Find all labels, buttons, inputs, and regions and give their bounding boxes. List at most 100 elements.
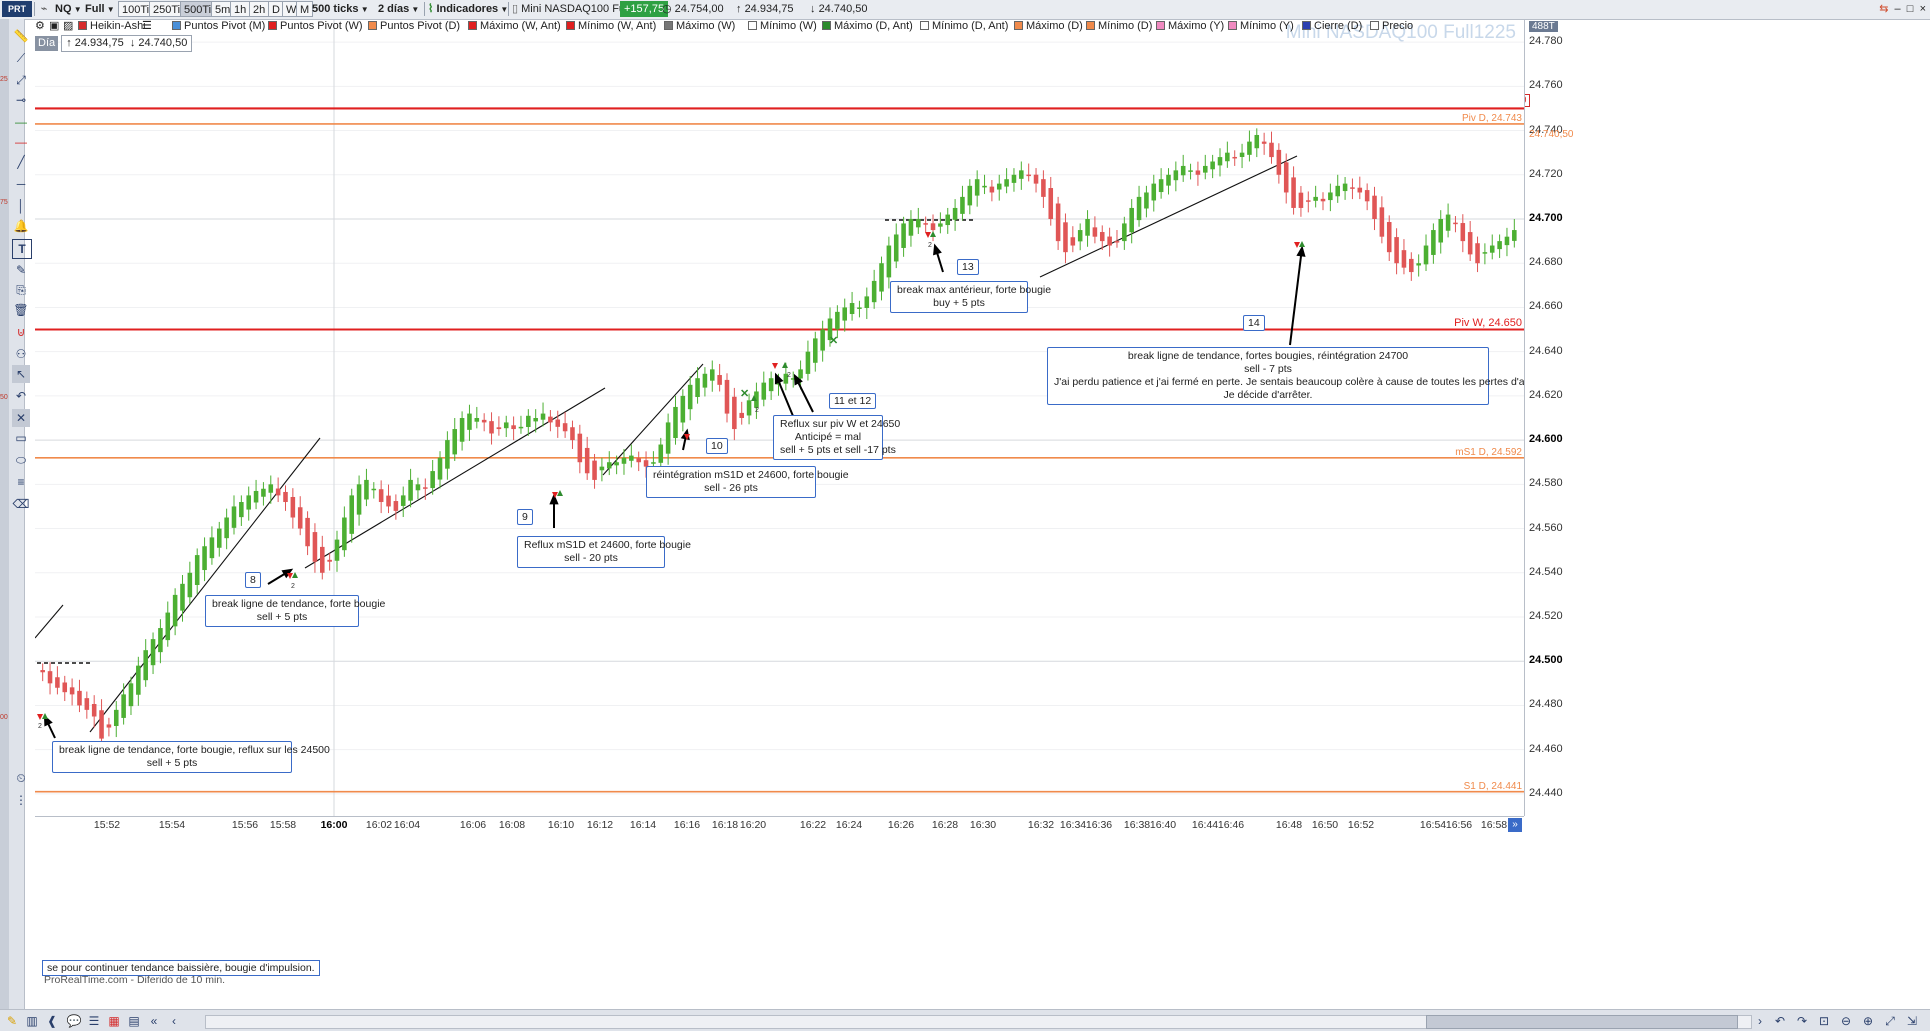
horizontal-line-green-icon[interactable]: — xyxy=(12,113,30,131)
indicator-legend-item[interactable]: Heikin-Ashi xyxy=(78,19,146,34)
indicator-legend-item[interactable]: Máximo (W, Ant) xyxy=(468,19,561,34)
candle-body xyxy=(1004,179,1009,187)
sell-marker xyxy=(925,232,931,238)
price-level-label: S1 D, 24.441 xyxy=(1463,780,1522,792)
chart-plot-area[interactable]: 2 2 2 2 2 ✕ ✕ Mini NASDAQ100 Full1225 8 break … xyxy=(35,20,1524,816)
candle-body xyxy=(224,517,229,539)
link-icon[interactable]: ⌁ xyxy=(38,1,50,17)
annotation-line: break ligne de tendance, fortes bougies,… xyxy=(1127,350,1409,362)
indicator-legend-item[interactable]: Mínimo (W, Ant) xyxy=(566,19,656,34)
indicator-legend-item[interactable]: Precio xyxy=(1370,19,1413,34)
scrollbar-thumb[interactable] xyxy=(1426,1015,1738,1029)
ellipse-icon[interactable]: ⬭ xyxy=(12,451,30,469)
redo-view-icon[interactable]: ↷ xyxy=(1794,1013,1810,1029)
trendline-icon[interactable]: ⟋ xyxy=(12,49,30,67)
indicator-legend-item[interactable]: Mínimo (W) xyxy=(748,19,817,34)
bracket-icon[interactable]: ❰ xyxy=(44,1013,60,1029)
scroll-step-left-icon[interactable]: ‹ xyxy=(166,1013,182,1029)
close-icon[interactable]: × xyxy=(1920,3,1926,15)
zoom-reset-icon[interactable]: ⤢ xyxy=(1882,1013,1898,1029)
cross-icon[interactable]: ✕ xyxy=(12,409,30,427)
ruler-icon[interactable]: 📏 xyxy=(12,27,30,45)
chart-type-icon[interactable]: ▤ xyxy=(126,1013,142,1029)
session-select[interactable]: Full ▼ xyxy=(82,1,115,17)
candle-body xyxy=(1158,179,1164,193)
indicator-legend-item[interactable]: Máximo (W) xyxy=(664,19,735,34)
fit-icon[interactable]: ⇲ xyxy=(1904,1013,1920,1029)
indicator-legend-item[interactable]: Máximo (D) xyxy=(1014,19,1083,34)
indicator-legend-item[interactable]: Máximo (Y) xyxy=(1156,19,1224,34)
magnet-icon[interactable]: ⊍ xyxy=(12,323,30,341)
segment-icon[interactable]: ⤢ xyxy=(12,71,30,89)
grid-icon[interactable]: ▦ xyxy=(106,1013,122,1029)
app-logo[interactable]: PRT xyxy=(2,1,32,17)
timer-icon[interactable]: ⏲ xyxy=(12,769,30,787)
scroll-step-right-icon[interactable]: › xyxy=(1752,1013,1768,1029)
indicators-button[interactable]: ⌇ Indicadores ▼ xyxy=(428,1,508,17)
indicator-legend-item[interactable]: Mínimo (D, Ant) xyxy=(920,19,1008,34)
restore-icon[interactable]: □ xyxy=(1907,3,1914,15)
cursor-icon[interactable]: ↖ xyxy=(12,365,30,383)
rectangle-icon[interactable]: ▭ xyxy=(12,429,30,447)
line-icon[interactable]: ╱ xyxy=(12,153,30,171)
vline-icon[interactable]: │ xyxy=(12,197,30,215)
indicator-legend-item[interactable]: Mínimo (Y) xyxy=(1228,19,1294,34)
scroll-end-icon[interactable]: » xyxy=(1508,818,1522,832)
draw-icon[interactable]: ✎ xyxy=(4,1013,20,1029)
period-500ti-button[interactable]: 500Ti xyxy=(180,1,216,17)
zoom-in-icon[interactable]: ⊕ xyxy=(1860,1013,1876,1029)
period-1h-button[interactable]: 1h xyxy=(230,1,251,17)
time-tick: 16:52 xyxy=(1347,819,1375,831)
indicator-legend-item[interactable]: Puntos Pivot (M) xyxy=(172,19,265,34)
copy-icon[interactable]: ⎘ xyxy=(12,281,30,299)
horizontal-ray-icon[interactable]: ⊸ xyxy=(12,91,30,109)
indicator-toggle-icon[interactable]: ▨ xyxy=(63,19,73,34)
fibonacci-icon[interactable]: ≡ xyxy=(12,473,30,491)
zoom-out-icon[interactable]: ⊖ xyxy=(1838,1013,1854,1029)
arrow-up-icon: ↑ xyxy=(66,37,72,49)
lock-icon[interactable]: ⚇ xyxy=(12,345,30,363)
candle-body xyxy=(614,462,619,466)
period-250ti-button[interactable]: 250Ti xyxy=(149,1,185,17)
time-tick: 16:44 xyxy=(1191,819,1219,831)
time-tick: 16:22 xyxy=(799,819,827,831)
text-tool-icon[interactable]: T xyxy=(12,239,32,259)
period-m-button[interactable]: M xyxy=(296,1,314,17)
duration-select[interactable]: 2 días ▼ xyxy=(378,1,419,17)
ticker-select[interactable]: NQ ▼ xyxy=(52,1,82,17)
candle-body xyxy=(1188,170,1193,172)
chart-settings-icon[interactable]: ⚙ xyxy=(35,19,45,34)
alert-bell-icon[interactable]: 🔔 xyxy=(12,217,30,235)
add-indicator-icon[interactable]: ▣ xyxy=(49,19,59,34)
eraser-icon[interactable]: ⌫ xyxy=(12,495,30,513)
period-100ti-button[interactable]: 100Ti xyxy=(118,1,154,17)
trash-icon[interactable]: 🗑 xyxy=(12,301,30,319)
price-axis[interactable]: 488T 24.780 24.760 24.740 24.720 24.700 24.68… xyxy=(1524,20,1930,816)
more-icon[interactable]: ⋮ xyxy=(12,791,30,809)
period-2h-button[interactable]: 2h xyxy=(249,1,270,17)
candle-body xyxy=(1467,232,1473,255)
undo-view-icon[interactable]: ↶ xyxy=(1772,1013,1788,1029)
indicator-legend-item[interactable]: Puntos Pivot (D) xyxy=(368,19,460,34)
ticks-select[interactable]: 500 ticks ▼ xyxy=(312,1,369,17)
undo-icon[interactable]: ↶ xyxy=(12,387,30,405)
indicator-legend-item[interactable]: Mínimo (D) xyxy=(1086,19,1152,34)
session-label: Full xyxy=(85,3,105,15)
sync-icon[interactable]: ⇆ xyxy=(1879,3,1888,15)
zoom-area-icon[interactable]: ⊡ xyxy=(1816,1013,1832,1029)
menu-icon[interactable]: ☰ xyxy=(142,19,152,34)
minimize-icon[interactable]: – xyxy=(1895,3,1901,15)
list-icon[interactable]: ☰ xyxy=(86,1013,102,1029)
indicator-legend-item[interactable]: Cierre (D) xyxy=(1302,19,1362,34)
candle-body xyxy=(1453,222,1458,225)
chat-icon[interactable]: 💬 xyxy=(66,1013,82,1029)
candle-body xyxy=(842,307,848,321)
hline-icon[interactable]: ─ xyxy=(12,175,30,193)
layout-icon[interactable]: ▥ xyxy=(24,1013,40,1029)
indicator-legend-item[interactable]: Puntos Pivot (W) xyxy=(268,19,363,34)
time-axis[interactable]: 15:52 15:54 15:56 15:58 16:00 16:02 16:04 16:06… xyxy=(35,816,1524,834)
horizontal-line-red-icon[interactable]: — xyxy=(12,133,30,151)
pencil-icon[interactable]: ✎ xyxy=(12,261,30,279)
indicator-legend-item[interactable]: Máximo (D, Ant) xyxy=(822,19,913,34)
scroll-left-icon[interactable]: « xyxy=(146,1013,162,1029)
